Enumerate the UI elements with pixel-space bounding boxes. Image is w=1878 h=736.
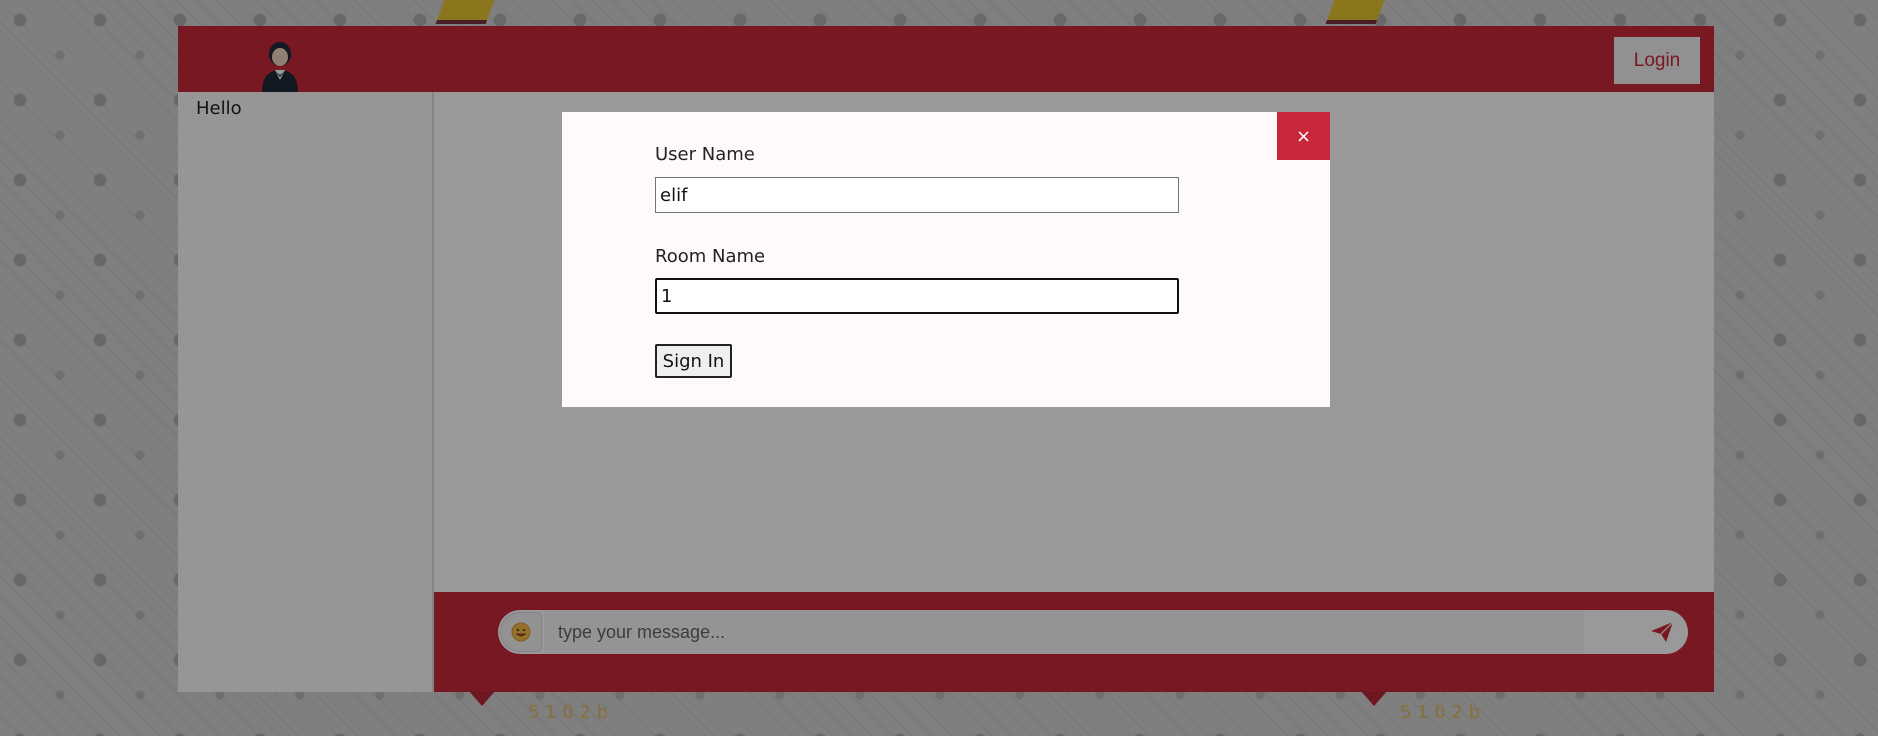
room-name-input[interactable] (655, 278, 1179, 314)
sign-in-button[interactable]: Sign In (655, 344, 732, 378)
room-name-label: Room Name (655, 246, 766, 267)
login-modal: × User Name Room Name Sign In (562, 112, 1330, 407)
username-label: User Name (655, 144, 755, 165)
username-input[interactable] (655, 177, 1179, 213)
close-button[interactable]: × (1277, 112, 1330, 160)
